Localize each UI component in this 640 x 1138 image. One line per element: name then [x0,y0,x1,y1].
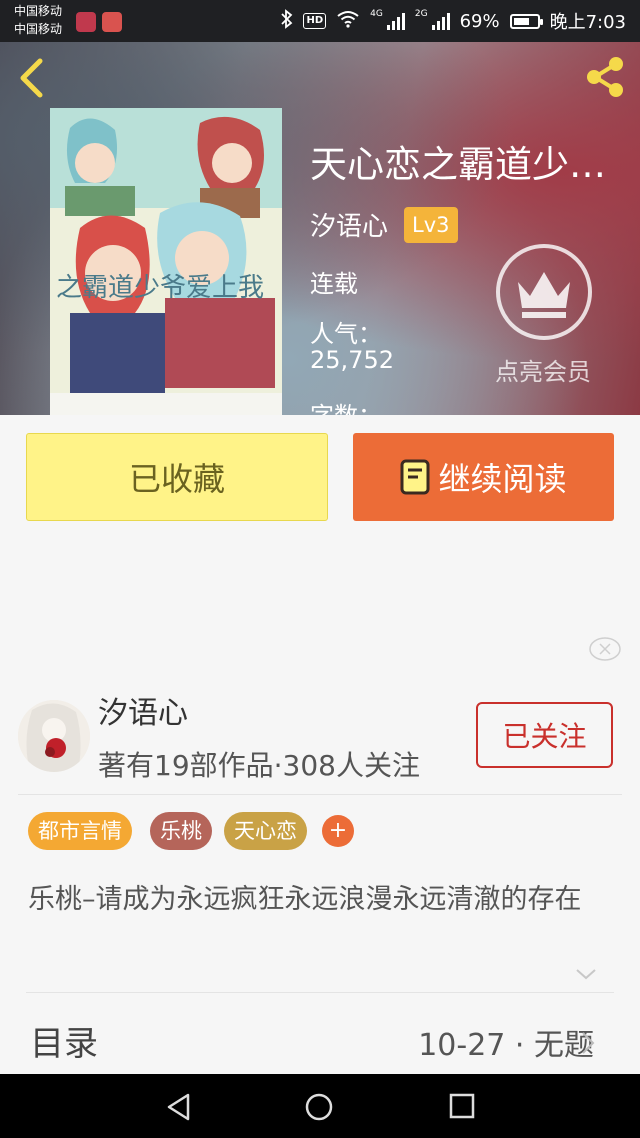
nav-home-icon[interactable] [304,1092,334,1122]
notification-app-icon [102,12,122,32]
nav-recent-icon[interactable] [448,1092,476,1120]
latest-chapter[interactable]: 10-27 · 无题 [418,1020,594,1064]
favorite-button[interactable]: 已收藏 [26,433,328,521]
popularity-value: 25,752 [310,346,394,374]
book-cover[interactable]: 之霸道少爷爱上我 [50,108,282,415]
status-bar: 中国移动 中国移动 HD 4G 2G 69% 晚上7:03 [0,0,640,42]
status-icons: HD 4G 2G 69% 晚上7:03 [281,8,626,34]
clock: 晚上7:03 [549,12,626,33]
system-nav-bar [0,1074,640,1138]
bluetooth-icon [281,8,293,34]
tag-chip[interactable]: 都市言情 [28,812,132,850]
book-description: 乐桃–请成为永远疯狂永远浪漫永远清澈的存在 [28,884,582,915]
hd-badge: HD [303,13,327,29]
follow-button[interactable]: 已关注 [476,702,613,768]
battery-icon [509,13,543,29]
crown-icon[interactable] [494,242,594,342]
signal-icon [386,12,405,30]
book-title: 天心恋之霸道少… [310,143,606,186]
author-card-name[interactable]: 汐语心 [98,688,188,732]
author-name[interactable]: 汐语心 [310,208,388,246]
continue-reading-label: 继续阅读 [438,460,567,498]
battery-level [513,17,529,25]
favorite-label: 已收藏 [128,460,225,498]
battery-percent: 69% [459,10,500,32]
wifi-icon [336,10,360,33]
signal-icon [431,12,450,30]
chevron-down-icon[interactable] [574,966,598,982]
vip-label[interactable]: 点亮会员 [478,352,608,387]
share-icon[interactable] [582,54,628,100]
carrier-label: 中国移动 [14,22,63,36]
toc-label[interactable]: 目录 [30,1016,98,1065]
chevron-right-icon[interactable] [580,1030,596,1056]
divider [26,992,614,993]
tag-chip[interactable]: 天心恋 [224,812,307,850]
carrier-label: 中国移动 [14,4,63,18]
level-badge: Lv3 [404,207,458,243]
add-tag-button[interactable]: + [322,815,354,847]
continue-reading-button[interactable]: 继续阅读 [353,433,614,521]
network-type-label: 4G [370,9,383,19]
serial-status: 连载 [310,270,358,298]
author-stats: 著有19部作品·308人关注 [98,749,420,782]
svg-text:之霸道少爷爱上我: 之霸道少爷爱上我 [56,273,264,303]
word-count-label: 字数： [310,396,382,415]
network-type-label: 2G [414,9,428,19]
book-header: 之霸道少爷爱上我 天心恋之霸道少… 汐语心 Lv3 连载 人气： 25,752 … [0,42,640,415]
chevron-left-icon[interactable] [12,56,52,100]
divider [18,794,622,795]
notification-app-icon [76,12,96,32]
avatar[interactable] [18,700,90,772]
popularity-label: 人气： [310,320,382,348]
close-icon[interactable] [588,636,622,662]
book-icon [400,459,430,495]
nav-back-icon[interactable] [164,1092,194,1122]
follow-label: 已关注 [502,720,587,753]
tag-chip[interactable]: 乐桃 [150,812,212,850]
